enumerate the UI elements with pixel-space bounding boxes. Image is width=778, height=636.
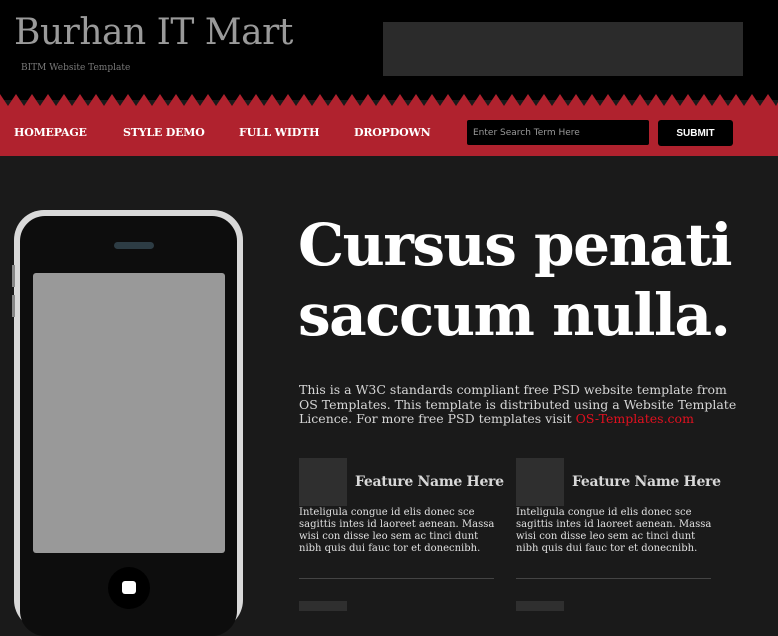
nav-item-dropdown[interactable]: DROPDOWN [354, 126, 431, 139]
feature-text: Inteligula congue id elis donec sce sagi… [299, 507, 495, 554]
submit-button[interactable]: SUBMIT [658, 120, 733, 146]
hero-title: Cursus penati saccum nulla. [298, 211, 733, 349]
phone-body [20, 216, 237, 636]
site-title[interactable]: Burhan IT Mart [14, 12, 293, 53]
phone-side-button [12, 265, 15, 287]
search-input[interactable] [467, 120, 649, 145]
hero-text: This is a W3C standards compliant free P… [299, 382, 739, 427]
os-templates-link[interactable]: OS-Templates.com [576, 411, 694, 426]
feature-divider [516, 578, 711, 579]
feature-thumbnail [299, 458, 347, 506]
phone-illustration [12, 210, 243, 636]
phone-home-button-icon [108, 567, 150, 609]
feature-title[interactable]: Feature Name Here [355, 474, 504, 490]
phone-speaker [114, 242, 154, 249]
feature-title[interactable]: Feature Name Here [572, 474, 721, 490]
site-header: Burhan IT Mart BITM Website Template [0, 0, 778, 100]
feature-thumbnail [516, 458, 564, 506]
feature-divider [299, 578, 494, 579]
main-nav: HOMEPAGE STYLE DEMO FULL WIDTH DROPDOWN … [0, 109, 778, 156]
feature-thumbnail [299, 601, 347, 611]
header-banner-placeholder [383, 22, 743, 76]
phone-screen [33, 273, 225, 553]
feature-text: Inteligula congue id elis donec sce sagi… [516, 507, 712, 554]
nav-item-homepage[interactable]: HOMEPAGE [14, 126, 87, 139]
site-tagline: BITM Website Template [21, 63, 131, 73]
zigzag-divider [0, 94, 778, 110]
phone-side-button [12, 295, 15, 317]
feature-thumbnail [516, 601, 564, 611]
home-square-icon [122, 581, 136, 594]
nav-item-full-width[interactable]: FULL WIDTH [239, 126, 320, 139]
nav-item-style-demo[interactable]: STYLE DEMO [123, 126, 205, 139]
